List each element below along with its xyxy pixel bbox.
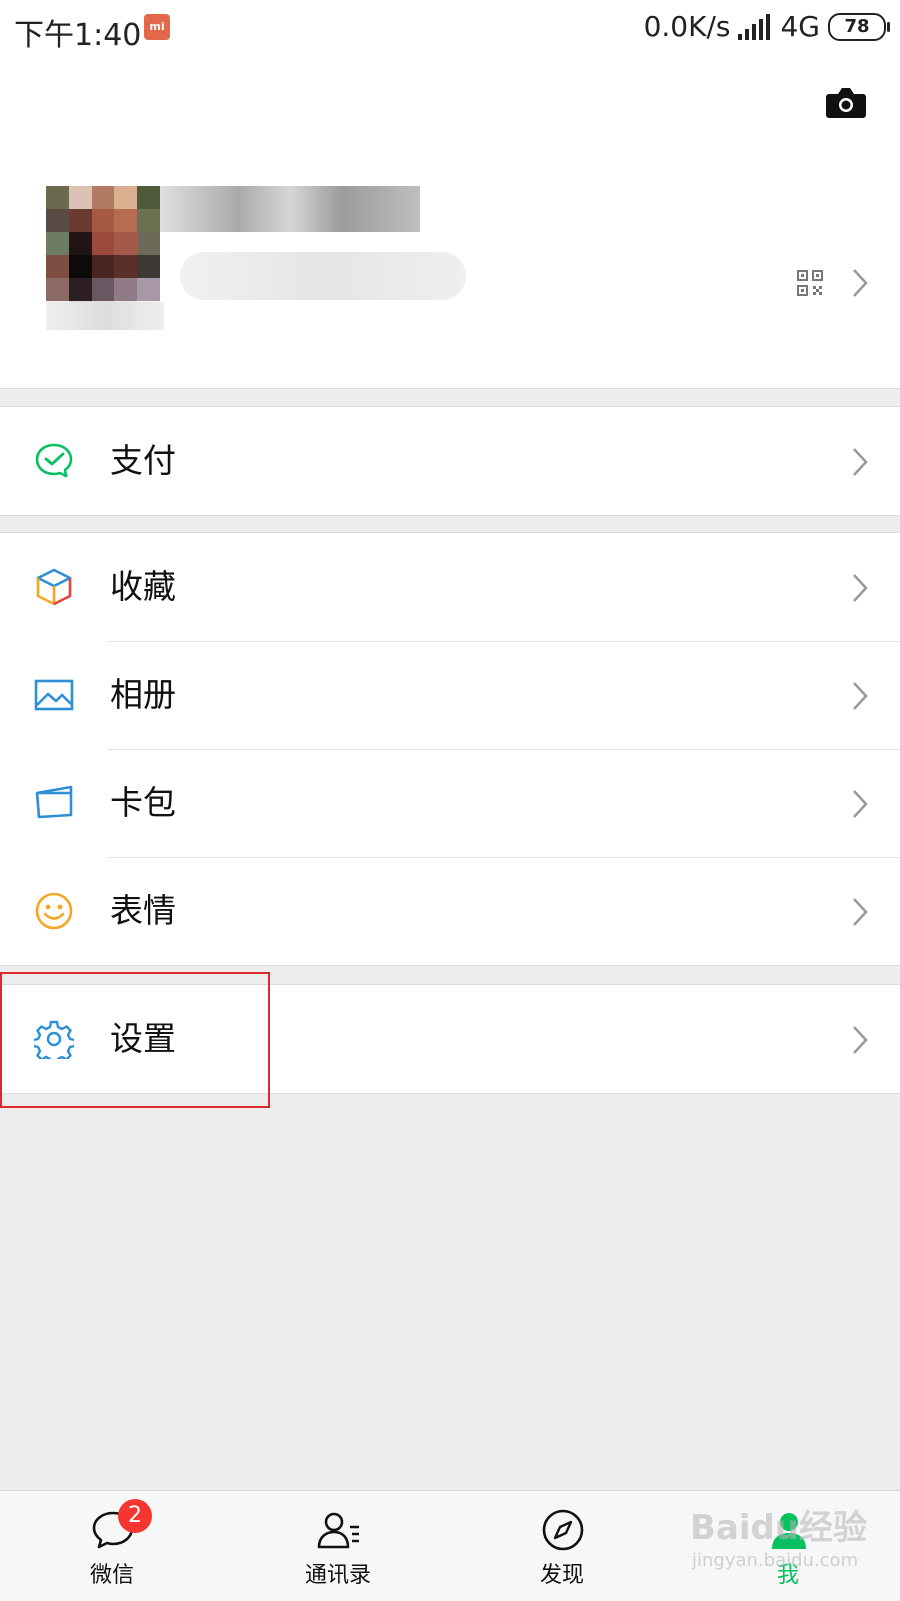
chevron-right-icon <box>853 682 868 710</box>
picture-icon <box>34 679 74 711</box>
chevron-right-icon <box>853 1026 868 1054</box>
card-wallet-icon <box>35 785 73 819</box>
blurred-area <box>46 302 164 330</box>
mi-notification-icon: mi <box>144 14 170 40</box>
watermark-url: jingyan.baidu.com <box>692 1550 859 1571</box>
tab-label: 发现 <box>539 1563 584 1588</box>
tab-discover[interactable]: 发现 <box>502 1491 622 1601</box>
highlight-annotation-box <box>0 972 270 1108</box>
tab-label: 微信 <box>89 1563 134 1588</box>
tab-chats[interactable]: 2 微信 <box>52 1491 172 1601</box>
camera-icon[interactable] <box>826 86 866 120</box>
chevron-right-icon <box>853 898 868 926</box>
menu-item-label: 相册 <box>110 675 176 714</box>
nickname-blurred <box>160 186 420 232</box>
cube-icon <box>36 568 72 606</box>
watermark: Baidu经验 <box>690 1508 868 1548</box>
compass-icon <box>542 1509 584 1551</box>
network-type: 4G <box>780 10 820 43</box>
tab-label: 通讯录 <box>304 1563 371 1588</box>
chevron-right-icon <box>853 269 868 297</box>
chevron-right-icon <box>853 448 868 476</box>
menu-item-pay[interactable]: 支付 <box>0 407 900 515</box>
signal-icon <box>738 13 771 40</box>
menu-item-label: 卡包 <box>110 783 176 822</box>
menu-item-cards[interactable]: 卡包 <box>0 749 900 857</box>
menu-item-label: 表情 <box>110 891 176 930</box>
menu-item-label: 收藏 <box>110 567 176 606</box>
chevron-right-icon <box>853 790 868 818</box>
unread-badge: 2 <box>118 1499 152 1533</box>
battery-icon: 78 <box>828 12 890 41</box>
status-time: 下午1:40 <box>14 18 142 53</box>
tab-contacts[interactable]: 通讯录 <box>278 1491 398 1601</box>
main-menu-group: 收藏 相册 卡包 表情 <box>0 532 900 966</box>
pay-group: 支付 <box>0 406 900 516</box>
wechat-id-blurred <box>180 252 466 300</box>
profile-header[interactable] <box>0 56 900 389</box>
smiley-icon <box>35 892 73 930</box>
contacts-icon <box>317 1512 359 1549</box>
qrcode-icon[interactable] <box>797 270 823 296</box>
menu-item-label: 支付 <box>110 441 176 480</box>
status-right: 0.0K/s 4G 78 <box>643 10 890 43</box>
chevron-right-icon <box>853 574 868 602</box>
menu-item-favorites[interactable]: 收藏 <box>0 533 900 641</box>
menu-item-stickers[interactable]: 表情 <box>0 857 900 965</box>
status-bar: 下午1:40 mi 0.0K/s 4G 78 <box>0 0 900 56</box>
menu-item-album[interactable]: 相册 <box>0 641 900 749</box>
net-speed: 0.0K/s <box>643 10 731 43</box>
wechat-pay-icon <box>35 443 73 478</box>
